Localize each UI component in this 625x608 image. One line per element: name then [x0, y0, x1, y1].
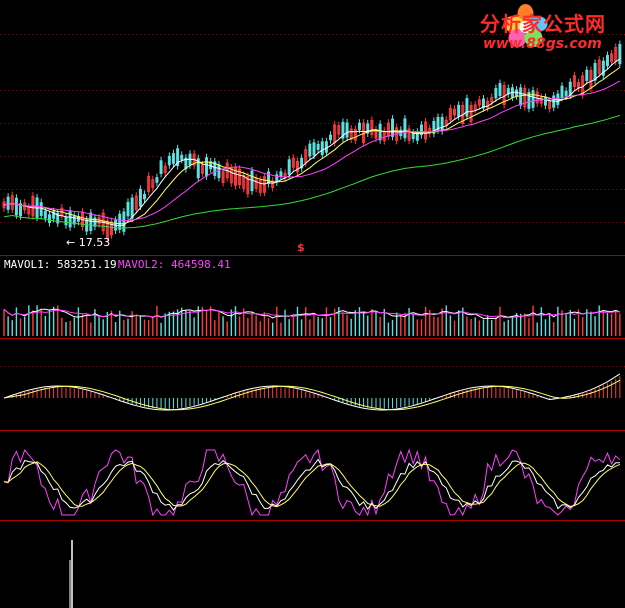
kdj-k-line [3, 458, 620, 511]
candle-body [564, 90, 568, 97]
candle-body [180, 154, 184, 160]
bottom-panel [69, 540, 73, 608]
candle-body [43, 210, 47, 219]
candle-body [47, 214, 51, 224]
candle-body [316, 143, 320, 150]
candle-body [560, 85, 564, 98]
candle-body [320, 141, 324, 156]
candle-body [6, 196, 10, 210]
candle-body [465, 98, 469, 117]
candle-body [543, 96, 547, 106]
low-price-marker: ← 17.53 [66, 236, 111, 249]
candle-body [391, 118, 395, 137]
candle-body [167, 155, 171, 166]
candle-body [345, 122, 349, 138]
candle-body [312, 142, 316, 156]
candle-body [593, 62, 597, 81]
candle-body [568, 81, 572, 96]
candle-body [118, 213, 122, 230]
candle-body [531, 90, 535, 108]
candle-body [279, 171, 283, 177]
candle-body [89, 212, 93, 231]
candle-body [14, 197, 18, 216]
candle-body [324, 141, 328, 153]
ma60-line [3, 115, 621, 229]
panel-gridlines [0, 34, 625, 521]
mavol1-label: MAVOL1: 583251.19 [4, 258, 117, 271]
candle-body [494, 88, 498, 99]
candle-body [171, 153, 175, 164]
candle-body [585, 69, 589, 81]
candle-body [64, 216, 68, 226]
stock-chart [0, 34, 625, 608]
candle-body [308, 143, 312, 157]
kdj-j-line [3, 448, 621, 517]
candle-body [329, 134, 333, 141]
candle-body [159, 160, 163, 174]
candle-body [411, 132, 415, 140]
candle-body [457, 104, 461, 117]
kdj-panel [3, 448, 621, 517]
volume-panel [3, 305, 621, 336]
candle-body [205, 157, 209, 177]
candle-body [130, 197, 134, 219]
low-price-value: 17.53 [78, 236, 111, 249]
dea-line [3, 379, 621, 411]
signal-marker: $ [297, 241, 305, 254]
candle-body [155, 177, 159, 183]
candle-body [138, 188, 142, 207]
price-panel [2, 40, 622, 243]
candle-body [403, 118, 407, 139]
candle-body [440, 116, 444, 132]
candle-body [287, 159, 291, 175]
candle-body [357, 122, 361, 130]
logo-title: 分析家公式网 [480, 12, 606, 36]
macd-panel [3, 373, 621, 411]
mavol1-line [3, 308, 621, 320]
candle-body [519, 87, 523, 106]
logo-url: www.88gs.com [483, 36, 602, 52]
kdj-d-line [3, 461, 621, 508]
candle-body [498, 83, 502, 97]
dif-line [3, 373, 621, 411]
ma5-line [3, 58, 621, 226]
candle-body [126, 201, 130, 217]
mavol2-label: MAVOL2: 464598.41 [118, 258, 231, 271]
candle-body [217, 164, 221, 179]
candle-body [143, 193, 147, 200]
candle-body [68, 210, 72, 228]
ma20-line [3, 80, 621, 222]
candle-body [378, 123, 382, 141]
candle-body [605, 55, 609, 67]
candle-body [39, 202, 43, 216]
candle-body [85, 219, 89, 232]
